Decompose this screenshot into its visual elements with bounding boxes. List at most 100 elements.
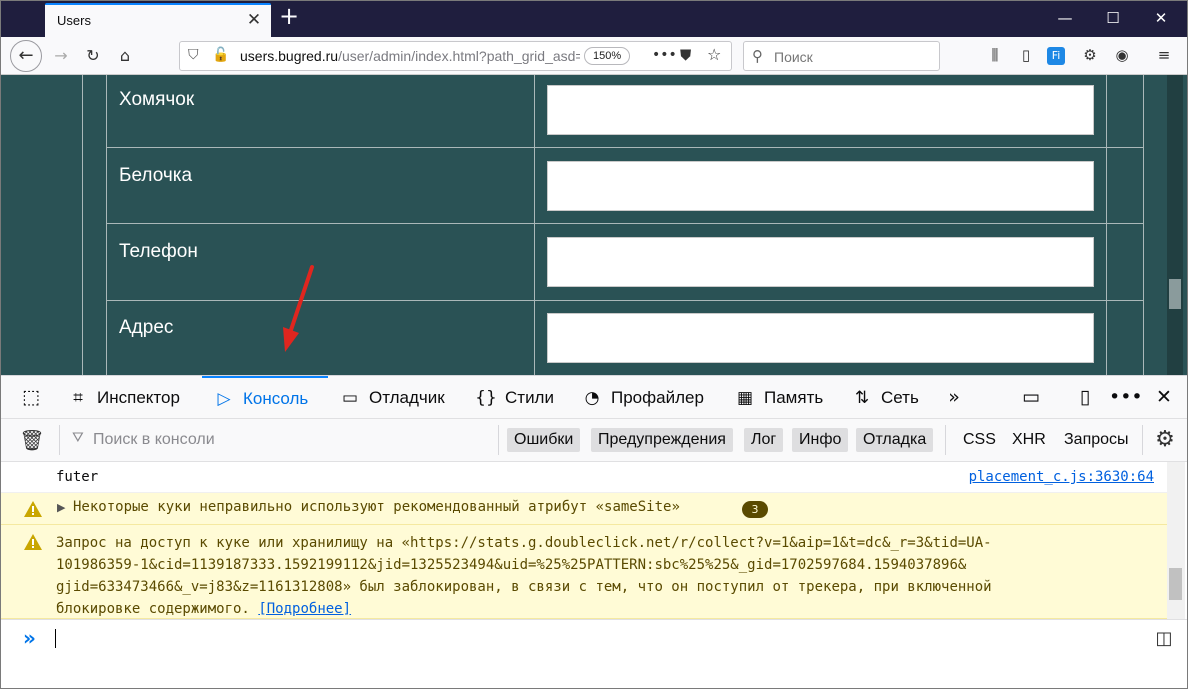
filter-errors-button[interactable]: Ошибки <box>507 428 581 452</box>
warning-text: Запрос на доступ к куке или хранилищу на… <box>56 535 992 617</box>
sidebar-icon[interactable]: ▯ <box>1015 46 1037 64</box>
console-filter-input[interactable]: Поиск в консоли <box>93 431 215 449</box>
row-divider <box>106 223 1143 224</box>
library-icon[interactable]: ⫼ <box>984 46 1006 64</box>
learn-more-link[interactable]: [Подробнее] <box>258 601 351 617</box>
console-settings-gear-icon[interactable]: ⚙ <box>1151 426 1179 454</box>
filter-info-button[interactable]: Инфо <box>792 428 849 452</box>
debugger-icon: ▭ <box>341 388 359 408</box>
console-log-message: futer placement_c.js:3630:64 <box>1 462 1167 493</box>
extension-fi-icon[interactable]: Fi <box>1047 47 1065 65</box>
clear-console-icon[interactable]: 🗑 <box>19 428 45 454</box>
url-text[interactable]: users.bugred.ru/user/admin/index.html?pa… <box>240 48 580 64</box>
search-icon: ⚲ <box>752 47 763 65</box>
table-border <box>106 75 107 375</box>
insecure-lock-icon[interactable]: 🔓 <box>212 47 229 63</box>
tab-close-icon[interactable]: ✕ <box>243 9 265 31</box>
bookmark-star-icon[interactable]: ☆ <box>707 45 721 64</box>
browser-window: Users ✕ + — ☐ ✕ ← → ↻ ⌂ ⛉ 🔓 users.bugred… <box>0 0 1188 689</box>
filter-warnings-button[interactable]: Предупреждения <box>591 428 733 452</box>
table-border <box>1106 75 1107 375</box>
squirrel-input[interactable] <box>547 161 1094 211</box>
warning-count-badge: 3 <box>742 501 768 518</box>
navigation-bar: ← → ↻ ⌂ ⛉ 🔓 users.bugred.ru/user/admin/i… <box>1 37 1187 75</box>
zoom-indicator[interactable]: 150% <box>584 47 631 65</box>
row-divider <box>106 147 1143 148</box>
browser-tab[interactable]: Users ✕ <box>45 3 271 37</box>
page-scrollbar-thumb[interactable] <box>1169 279 1181 309</box>
memory-icon: ▦ <box>736 388 754 408</box>
tab-profiler[interactable]: ◔ Профайлер <box>581 376 721 419</box>
address-input[interactable] <box>547 313 1094 363</box>
close-devtools-icon[interactable]: ✕ <box>1148 376 1180 419</box>
forward-button[interactable]: → <box>47 42 75 70</box>
console-warning-message: Запрос на доступ к куке или хранилищу на… <box>1 525 1167 619</box>
table-border <box>82 75 83 375</box>
tab-styles[interactable]: {} Стили <box>475 376 565 419</box>
pocket-icon[interactable]: ⛊ <box>680 46 691 64</box>
label-hamster: Хомячок <box>119 89 195 110</box>
warning-group-text: Некоторые куки неправильно используют ре… <box>73 499 680 515</box>
responsive-mode-icon[interactable]: ▯ <box>1069 376 1101 419</box>
more-tabs-icon[interactable]: » <box>938 376 970 419</box>
separator <box>1142 425 1143 455</box>
network-icon: ⇅ <box>854 388 870 408</box>
separator <box>59 425 60 455</box>
tab-network[interactable]: ⇅ Сеть <box>851 376 931 419</box>
console-output: futer placement_c.js:3630:64 ▶ Некоторые… <box>1 462 1187 619</box>
styles-icon: {} <box>475 388 497 408</box>
tab-debugger[interactable]: ▭ Отладчик <box>339 376 459 419</box>
address-bar[interactable]: ⛉ 🔓 users.bugred.ru/user/admin/index.htm… <box>179 41 732 71</box>
tab-memory[interactable]: ▦ Память <box>734 376 834 419</box>
expand-triangle-icon[interactable]: ▶ <box>57 501 65 514</box>
separator <box>945 425 946 455</box>
maximize-button[interactable]: ☐ <box>1089 1 1137 35</box>
console-warning-group[interactable]: ▶ Некоторые куки неправильно используют … <box>1 493 1167 525</box>
console-icon: ▷ <box>217 389 231 409</box>
filter-icon: ⛛ <box>72 430 84 446</box>
devtools-menu-icon[interactable]: ••• <box>1109 376 1143 419</box>
devtools-toolbar: ⬚ ⌗ Инспектор ▷ Консоль ▭ Отладчик {} Стили … <box>1 375 1187 419</box>
separator <box>498 425 499 455</box>
filter-log-button[interactable]: Лог <box>744 428 784 452</box>
search-placeholder: Поиск <box>774 49 813 65</box>
label-squirrel: Белочка <box>119 165 193 186</box>
red-arrow-annotation <box>283 265 314 352</box>
tab-inspector[interactable]: ⌗ Инспектор <box>67 376 197 419</box>
element-picker-icon[interactable]: ⬚ <box>15 376 47 419</box>
label-phone: Телефон <box>119 241 198 262</box>
console-input[interactable]: » ◫ <box>1 619 1187 688</box>
reload-button[interactable]: ↻ <box>79 42 107 70</box>
filter-debug-button[interactable]: Отладка <box>856 428 934 452</box>
filter-requests-button[interactable]: Запросы <box>1064 431 1129 449</box>
menu-icon[interactable]: ≡ <box>1153 46 1175 64</box>
minimize-button[interactable]: — <box>1041 1 1089 35</box>
shield-icon[interactable]: ⛉ <box>188 47 199 63</box>
log-source-link[interactable]: placement_c.js:3630:64 <box>969 469 1154 485</box>
dock-toggle-icon[interactable]: ▭ <box>1015 376 1047 419</box>
page-content: Хомячок Белочка Телефон Адрес <box>1 75 1187 375</box>
table-border <box>534 75 535 375</box>
page-scrollbar[interactable] <box>1167 75 1183 375</box>
account-icon[interactable]: ◉ <box>1111 46 1133 64</box>
phone-input[interactable] <box>547 237 1094 287</box>
tab-title: Users <box>57 13 91 28</box>
page-actions-icon[interactable]: ••• <box>652 47 677 63</box>
back-button[interactable]: ← <box>10 40 42 72</box>
hamster-input[interactable] <box>547 85 1094 135</box>
tab-console[interactable]: ▷ Консоль <box>202 376 328 419</box>
new-tab-button[interactable]: + <box>277 4 301 29</box>
row-divider <box>106 300 1143 301</box>
editor-mode-toggle-icon[interactable]: ◫ <box>1152 628 1176 650</box>
close-window-button[interactable]: ✕ <box>1137 1 1185 35</box>
filter-xhr-button[interactable]: XHR <box>1012 431 1046 449</box>
search-box[interactable]: ⚲ Поиск <box>743 41 940 71</box>
console-scrollbar-thumb[interactable] <box>1169 568 1182 600</box>
extension-gear-icon[interactable]: ⚙ <box>1079 46 1101 64</box>
inspector-icon: ⌗ <box>73 388 83 408</box>
title-bar: Users ✕ + — ☐ ✕ <box>1 1 1187 37</box>
filter-css-button[interactable]: CSS <box>963 431 996 449</box>
warning-icon <box>24 501 42 517</box>
home-button[interactable]: ⌂ <box>111 42 139 70</box>
log-text: futer <box>56 469 99 485</box>
